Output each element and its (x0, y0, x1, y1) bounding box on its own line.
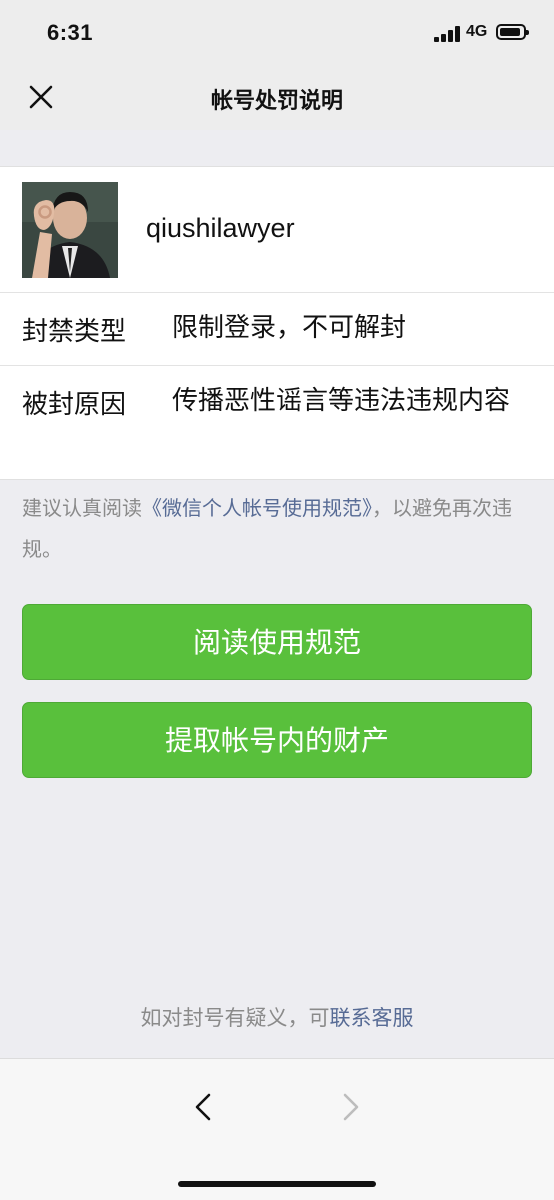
forward-button[interactable] (332, 1089, 368, 1125)
footer-prefix: 如对封号有疑义，可 (140, 1006, 330, 1030)
ban-reason-label: 被封原因 (22, 390, 127, 420)
avatar (22, 182, 118, 278)
chevron-left-icon (195, 1093, 211, 1121)
back-button[interactable] (186, 1089, 222, 1125)
status-bar: 6:31 4G (0, 0, 554, 66)
read-rules-button[interactable]: 阅读使用规范 (22, 604, 532, 680)
advice-prefix: 建议认真阅读 (22, 496, 142, 520)
home-indicator (178, 1181, 376, 1187)
ban-type-value: 限制登录，不可解封 (172, 313, 407, 343)
battery-icon (496, 24, 529, 40)
divider (0, 292, 554, 293)
nav-bar: 帐号处罚说明 (0, 66, 554, 130)
rules-link[interactable]: 《微信个人帐号使用规范》 (142, 496, 372, 520)
account-card: qiushilawyer 封禁类型 限制登录，不可解封 被封原因 传播恶性谣言等… (0, 166, 554, 480)
page-title: 帐号处罚说明 (210, 89, 343, 114)
footer-note: 如对封号有疑义，可联系客服 (0, 1002, 554, 1032)
chevron-right-icon (343, 1093, 359, 1121)
signal-icon (434, 26, 462, 42)
divider (0, 365, 554, 366)
bottom-toolbar (0, 1058, 554, 1200)
network-type: 4G (466, 23, 488, 40)
contact-support-link[interactable]: 联系客服 (330, 1006, 414, 1030)
extract-assets-button[interactable]: 提取帐号内的财产 (22, 702, 532, 778)
status-time: 6:31 (47, 20, 94, 45)
advice-text: 建议认真阅读《微信个人帐号使用规范》，以避免再次违规。 (22, 488, 534, 570)
ban-type-label: 封禁类型 (22, 317, 127, 347)
account-username: qiushilawyer (146, 213, 295, 243)
ban-reason-value: 传播恶性谣言等违法违规内容 (172, 386, 511, 416)
